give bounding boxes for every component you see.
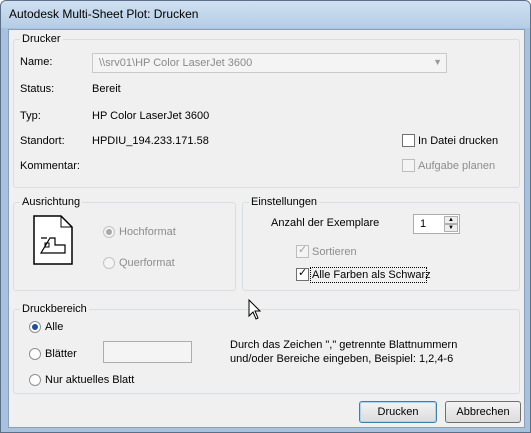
printer-group-title: Drucker xyxy=(20,33,63,45)
check-icon: ✓ xyxy=(298,244,308,256)
window-title: Autodesk Multi-Sheet Plot: Drucken xyxy=(9,7,199,21)
type-value: HP Color LaserJet 3600 xyxy=(92,110,210,122)
location-value: HPDIU_194.233.171.58 xyxy=(92,135,209,147)
title-bar[interactable]: Autodesk Multi-Sheet Plot: Drucken xyxy=(1,1,530,28)
location-label: Standort: xyxy=(20,135,65,147)
orientation-group-title: Ausrichtung xyxy=(20,196,83,208)
range-all-label[interactable]: Alle xyxy=(45,321,63,333)
range-hint-line2: und/oder Bereiche eingeben, Beispiel: 1,… xyxy=(230,353,454,365)
copies-value: 1 xyxy=(420,218,427,230)
dialog-window: Autodesk Multi-Sheet Plot: Drucken Druck… xyxy=(0,0,531,433)
landscape-radio[interactable] xyxy=(103,257,115,269)
all-black-checkbox[interactable]: ✓ xyxy=(296,267,309,281)
range-current-label[interactable]: Nur aktuelles Blatt xyxy=(45,374,134,386)
range-all-radio[interactable] xyxy=(29,321,41,333)
settings-group-title: Einstellungen xyxy=(249,196,320,208)
spin-up-button[interactable]: ▲ xyxy=(444,216,458,224)
portrait-page-icon xyxy=(33,215,73,265)
spin-down-button[interactable]: ▼ xyxy=(444,224,458,232)
mouse-cursor-icon xyxy=(248,299,262,320)
dialog-client-area: Drucker Name: \\srv01\HP Color LaserJet … xyxy=(8,29,525,428)
spin-down-icon: ▼ xyxy=(448,225,454,231)
range-hint-line1: Durch das Zeichen "," getrennte Blattnum… xyxy=(230,339,458,351)
print-button[interactable]: Drucken xyxy=(359,401,437,423)
range-all-radio-dot xyxy=(32,324,38,330)
chevron-down-icon: ▼ xyxy=(433,57,442,67)
print-to-file-label[interactable]: In Datei drucken xyxy=(418,135,498,147)
portrait-radio-dot xyxy=(106,229,112,235)
range-sheets-label[interactable]: Blätter xyxy=(45,348,77,360)
comment-label: Kommentar: xyxy=(20,160,80,172)
spin-up-icon: ▲ xyxy=(448,217,454,223)
sheets-input[interactable] xyxy=(103,341,192,363)
print-range-group-title: Druckbereich xyxy=(20,303,89,315)
landscape-label[interactable]: Querformat xyxy=(119,257,175,269)
type-label: Typ: xyxy=(20,110,41,122)
range-current-radio[interactable] xyxy=(29,374,41,386)
printer-name-label: Name: xyxy=(20,56,53,68)
copies-label: Anzahl der Exemplare xyxy=(271,217,380,229)
range-sheets-radio[interactable] xyxy=(29,348,41,360)
print-to-file-checkbox[interactable] xyxy=(402,134,415,147)
printer-name-value: \\srv01\HP Color LaserJet 3600 xyxy=(99,57,253,69)
schedule-checkbox[interactable] xyxy=(402,159,415,172)
schedule-label[interactable]: Aufgabe planen xyxy=(418,160,495,172)
all-black-label[interactable]: Alle Farben als Schwarz xyxy=(312,269,431,281)
portrait-radio[interactable] xyxy=(103,226,115,238)
copies-spinner[interactable]: 1 ▲ ▼ xyxy=(413,214,460,234)
printer-name-dropdown[interactable]: \\srv01\HP Color LaserJet 3600 ▼ xyxy=(92,53,447,73)
collate-checkbox[interactable]: ✓ xyxy=(296,244,309,258)
cancel-button[interactable]: Abbrechen xyxy=(445,401,521,423)
status-label: Status: xyxy=(20,83,55,95)
collate-label[interactable]: Sortieren xyxy=(312,246,357,258)
portrait-label[interactable]: Hochformat xyxy=(119,226,176,238)
check-icon: ✓ xyxy=(298,267,308,279)
status-value: Bereit xyxy=(92,83,121,95)
